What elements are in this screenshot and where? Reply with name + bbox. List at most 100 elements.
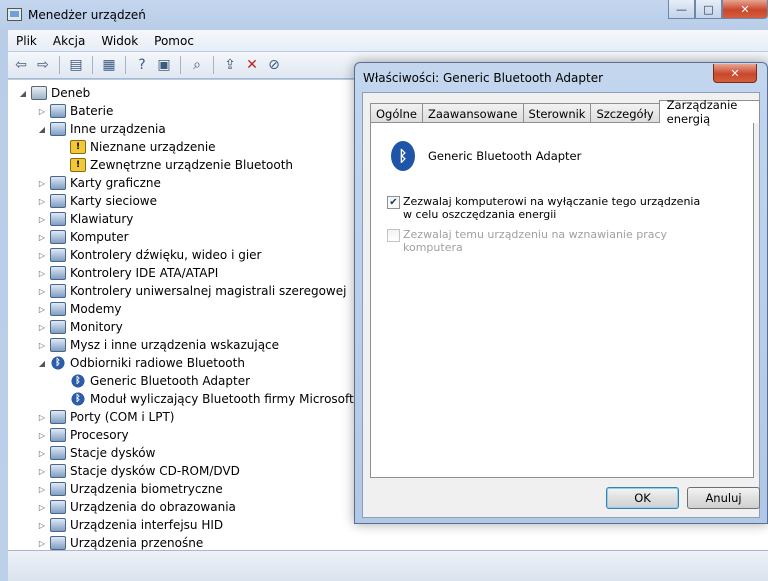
tree-node-label: Komputer [70, 230, 129, 244]
tree-node[interactable]: ▷ Karty graficzne [37, 174, 161, 192]
tab-driver[interactable]: Sterownik [522, 103, 592, 123]
tab-power-management[interactable]: Zarządzanie energią [658, 98, 760, 126]
tree-node[interactable]: ▷ Kontrolery IDE ATA/ATAPI [37, 264, 218, 282]
bluetooth-icon: ᛒ [70, 374, 86, 388]
update-driver-icon[interactable]: ⇪ [219, 54, 241, 76]
cancel-button[interactable]: Anuluj [687, 487, 760, 509]
expand-arrow-icon[interactable]: ▷ [37, 197, 47, 206]
tree-node[interactable]: ▷ Urządzenia do obrazowania [37, 498, 236, 516]
title-bar[interactable]: Menedżer urządzeń — □ ✕ [0, 0, 768, 30]
device-category-icon [50, 266, 66, 280]
expand-arrow-icon[interactable]: ▷ [37, 215, 47, 224]
help-icon[interactable]: ? [131, 54, 153, 76]
expand-arrow-icon[interactable]: ▷ [37, 305, 47, 314]
tree-node[interactable]: ▷ Stacje dysków [37, 444, 155, 462]
expand-arrow-icon[interactable]: ▷ [37, 467, 47, 476]
device-category-icon [50, 464, 66, 478]
expand-arrow-icon[interactable]: ▷ [37, 269, 47, 278]
ok-button[interactable]: OK [606, 487, 679, 509]
tree-node[interactable]: ▷ Procesory [37, 426, 129, 444]
expand-arrow-icon[interactable]: ▷ [37, 431, 47, 440]
expand-arrow-icon[interactable]: ▷ [37, 287, 47, 296]
expand-arrow-icon[interactable]: ▷ [37, 179, 47, 188]
menu-widok[interactable]: Widok [93, 34, 146, 48]
back-arrow-icon[interactable]: ⇦ [10, 54, 32, 76]
tab-strip: Ogólne Zaawansowane Sterownik Szczegóły … [370, 98, 760, 126]
tree-node[interactable]: ▷ Kontrolery uniwersalnej magistrali szer… [37, 282, 346, 300]
show-hide-tree-icon[interactable]: ▤ [65, 54, 87, 76]
tree-node-label: Inne urządzenia [70, 122, 166, 136]
tree-node[interactable]: ▷ Stacje dysków CD-ROM/DVD [37, 462, 240, 480]
dialog-close-button[interactable]: ✕ [713, 64, 757, 83]
action-pane-icon[interactable]: ▣ [153, 54, 175, 76]
tree-node-label: Urządzenia interfejsu HID [70, 518, 224, 532]
device-category-icon [50, 248, 66, 262]
power-management-panel: ᛒ Generic Bluetooth Adapter ✔ Zezwalaj k… [370, 122, 754, 478]
window-controls: — □ ✕ [668, 0, 768, 20]
expand-arrow-icon[interactable]: ▷ [37, 539, 47, 548]
expand-arrow-icon[interactable]: ▷ [37, 449, 47, 458]
allow-power-off-checkbox[interactable]: ✔ [387, 196, 400, 209]
scan-hardware-icon[interactable]: ⌕ [186, 54, 208, 76]
tree-node[interactable]: ▷ Urządzenia interfejsu HID [37, 516, 223, 534]
tree-node[interactable]: ▷ Komputer [37, 228, 129, 246]
device-category-icon [50, 302, 66, 316]
disable-icon[interactable]: ⊘ [263, 54, 285, 76]
uninstall-icon[interactable]: ✕ [241, 54, 263, 76]
tree-node[interactable]: ◢ Inne urządzenia [37, 120, 166, 138]
device-category-icon [50, 320, 66, 334]
allow-wake-checkbox [387, 229, 400, 242]
tree-node-label: Klawiatury [70, 212, 134, 226]
dialog-title: Właściwości: Generic Bluetooth Adapter [363, 71, 604, 85]
device-category-icon [50, 176, 66, 190]
allow-power-off-option[interactable]: ✔ Zezwalaj komputerowi na wyłączanie teg… [387, 195, 703, 221]
expand-arrow-icon[interactable]: ▷ [37, 323, 47, 332]
collapse-arrow-icon[interactable]: ◢ [18, 89, 28, 98]
forward-arrow-icon[interactable]: ⇨ [32, 54, 54, 76]
collapse-arrow-icon[interactable]: ◢ [37, 125, 47, 134]
device-category-icon [50, 194, 66, 208]
tree-node[interactable]: ᛒ Moduł wyliczający Bluetooth firmy Micro… [57, 390, 354, 408]
tree-node-label: Modemy [70, 302, 122, 316]
tree-node[interactable]: ▷ Urządzenia biometryczne [37, 480, 223, 498]
warning-icon: ! [70, 140, 86, 154]
tree-node[interactable]: ▷ Modemy [37, 300, 122, 318]
tree-node[interactable]: ▷ Baterie [37, 102, 113, 120]
tree-node[interactable]: ! Zewnętrzne urządzenie Bluetooth [57, 156, 293, 174]
maximize-button[interactable]: □ [695, 0, 722, 19]
tree-node[interactable]: ▷ Porty (COM i LPT) [37, 408, 174, 426]
menu-akcja[interactable]: Akcja [45, 34, 93, 48]
tree-node[interactable]: ᛒ Generic Bluetooth Adapter [57, 372, 250, 390]
device-manager-app-icon [7, 8, 22, 21]
toolbar-separator [180, 56, 181, 74]
expand-arrow-icon[interactable]: ▷ [37, 341, 47, 350]
tab-general[interactable]: Ogólne [370, 103, 423, 123]
tree-node-label: Moduł wyliczający Bluetooth firmy Micros… [90, 392, 354, 406]
collapse-arrow-icon[interactable]: ◢ [37, 359, 47, 368]
tree-root[interactable]: ◢ Deneb [18, 84, 90, 102]
expand-arrow-icon[interactable]: ▷ [37, 503, 47, 512]
tab-details[interactable]: Szczegóły [590, 103, 660, 123]
expand-arrow-icon[interactable]: ▷ [37, 413, 47, 422]
expand-arrow-icon[interactable]: ▷ [37, 233, 47, 242]
close-button[interactable]: ✕ [722, 0, 768, 19]
expand-arrow-icon[interactable]: ▷ [37, 521, 47, 530]
menu-pomoc[interactable]: Pomoc [146, 34, 202, 48]
tab-advanced[interactable]: Zaawansowane [421, 103, 524, 123]
tree-node[interactable]: ▷ Karty sieciowe [37, 192, 157, 210]
bluetooth-icon: ᛒ [391, 141, 415, 171]
tree-node[interactable]: ▷ Mysz i inne urządzenia wskazujące [37, 336, 279, 354]
expand-arrow-icon[interactable]: ▷ [37, 251, 47, 260]
minimize-button[interactable]: — [668, 0, 695, 19]
device-category-icon [50, 284, 66, 298]
properties-icon[interactable]: ▦ [98, 54, 120, 76]
menu-plik[interactable]: Plik [8, 34, 45, 48]
tree-node[interactable]: ▷ Monitory [37, 318, 123, 336]
tree-node[interactable]: ▷ Kontrolery dźwięku, wideo i gier [37, 246, 261, 264]
expand-arrow-icon[interactable]: ▷ [37, 485, 47, 494]
tree-node[interactable]: ◢ ᛒ Odbiorniki radiowe Bluetooth [37, 354, 245, 372]
expand-arrow-icon[interactable]: ▷ [37, 107, 47, 116]
tree-node[interactable]: ! Nieznane urządzenie [57, 138, 216, 156]
tree-node[interactable]: ▷ Klawiatury [37, 210, 133, 228]
tree-node[interactable]: ▷ Urządzenia przenośne [37, 534, 203, 550]
